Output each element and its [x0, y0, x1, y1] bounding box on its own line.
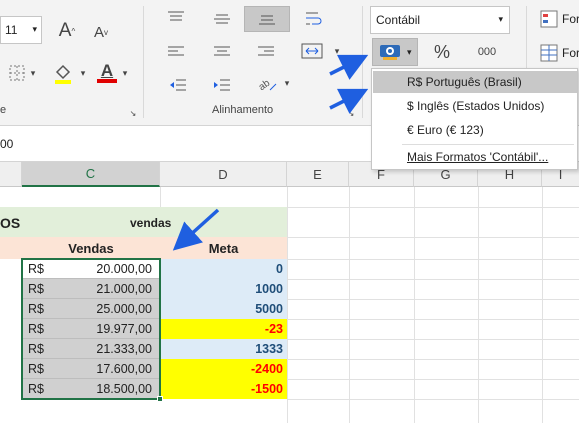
- annotation-arrows: [172, 54, 369, 251]
- excel-window: 11 ▾ A ^ Av ▾ ▾ A ▾ e ↘ ▾ ab ▾ Alinhamen…: [0, 0, 579, 423]
- arrow-to-selection: [172, 208, 220, 251]
- arrow-to-currency-menu: [329, 88, 369, 114]
- arrow-to-accounting-button: [329, 54, 369, 80]
